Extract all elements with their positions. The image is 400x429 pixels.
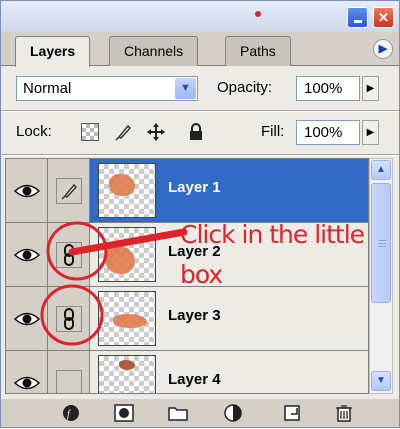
blend-mode-value: Normal — [23, 80, 72, 97]
close-icon: ✕ — [378, 9, 389, 25]
lock-image-pixels-icon[interactable] — [113, 122, 133, 142]
layer-link-cell[interactable] — [48, 287, 90, 350]
lock-label: Lock: — [16, 123, 52, 140]
triangle-right-icon: ▶ — [366, 83, 375, 94]
layer-row[interactable]: Layer 3 — [6, 287, 368, 351]
new-page-icon — [284, 405, 300, 421]
thumbnail-content — [109, 174, 135, 196]
visibility-toggle[interactable] — [6, 287, 48, 350]
chevron-up-icon: ▲ — [376, 164, 386, 175]
layer-thumbnail — [98, 163, 156, 218]
link-box[interactable] — [55, 305, 82, 332]
link-box[interactable] — [55, 369, 82, 393]
delete-layer-button[interactable] — [333, 403, 355, 423]
divider — [1, 110, 399, 112]
brush-icon — [115, 124, 132, 141]
layer-name: Layer 3 — [168, 307, 221, 324]
visibility-toggle[interactable] — [6, 351, 48, 393]
thumbnail-content — [105, 246, 135, 274]
opacity-field[interactable]: 100% — [296, 76, 360, 101]
layer-name: Layer 4 — [168, 371, 221, 388]
mask-icon — [114, 404, 134, 422]
tab-layers[interactable]: Layers — [15, 36, 91, 67]
eye-icon — [13, 248, 40, 261]
chevron-down-icon[interactable]: ▼ — [175, 78, 196, 99]
palette-title-bar[interactable]: ✕ — [1, 1, 399, 32]
eye-icon — [13, 184, 40, 197]
layer-link-cell[interactable] — [48, 351, 90, 393]
layer-thumbnail — [98, 355, 156, 393]
visibility-toggle[interactable] — [6, 223, 48, 286]
annotation-text: Click in the little box — [180, 215, 380, 295]
annotation-line-2: box — [180, 260, 223, 289]
opacity-slider-button[interactable]: ▶ — [362, 76, 379, 101]
fill-slider-button[interactable]: ▶ — [362, 120, 379, 145]
layer-row[interactable]: Layer 1 — [6, 159, 368, 223]
fill-field[interactable]: 100% — [296, 120, 360, 145]
triangle-right-icon: ▶ — [378, 43, 388, 55]
half-circle-icon — [224, 404, 242, 422]
opacity-label: Opacity: — [217, 79, 273, 96]
tab-paths[interactable]: Paths — [225, 36, 291, 66]
layer-thumbnail — [98, 291, 156, 346]
divider — [1, 154, 399, 156]
scroll-up-button[interactable]: ▲ — [371, 160, 391, 180]
new-layer-button[interactable] — [281, 403, 303, 423]
move-cross-icon — [147, 123, 165, 141]
layers-panel: ✕ Layers Channels Paths ▶ Normal ▼ Opaci… — [0, 0, 400, 428]
close-button[interactable]: ✕ — [373, 7, 394, 28]
brush-icon — [60, 183, 77, 200]
chain-link-icon — [63, 307, 74, 330]
layer-link-cell[interactable] — [48, 159, 90, 222]
lock-position-icon[interactable] — [146, 122, 166, 142]
chevron-down-icon: ▼ — [376, 375, 386, 386]
new-group-button[interactable] — [167, 403, 189, 423]
fill-label: Fill: — [261, 123, 285, 140]
fx-icon: f — [63, 405, 79, 421]
thumbnail-content — [113, 314, 147, 328]
bottom-toolbar: f — [1, 399, 399, 427]
eye-icon — [13, 376, 40, 389]
eye-icon — [13, 312, 40, 325]
layer-name-area[interactable]: Layer 1 — [90, 159, 368, 222]
annotation-line-1: Click in the little — [180, 220, 365, 249]
tab-channels[interactable]: Channels — [109, 36, 199, 66]
chain-link-icon — [63, 243, 74, 266]
trash-icon — [336, 405, 352, 422]
minimize-button[interactable] — [347, 7, 368, 28]
thumbnail-content — [119, 360, 135, 370]
layer-row[interactable]: Layer 4 — [6, 351, 368, 393]
link-box[interactable] — [55, 241, 82, 268]
add-mask-button[interactable] — [113, 403, 135, 423]
layer-name-area[interactable]: Layer 3 — [90, 287, 368, 350]
layer-name-area[interactable]: Layer 4 — [90, 351, 368, 393]
tab-strip: Layers Channels Paths ▶ — [1, 32, 399, 67]
layer-name: Layer 1 — [168, 179, 221, 196]
brush-indicator — [55, 177, 82, 204]
lock-all-icon[interactable] — [186, 122, 206, 142]
panel-menu-button[interactable]: ▶ — [373, 39, 393, 59]
red-dot-marker — [255, 11, 261, 17]
layer-style-button[interactable]: f — [61, 403, 83, 423]
visibility-toggle[interactable] — [6, 159, 48, 222]
folder-icon — [168, 407, 188, 421]
triangle-right-icon: ▶ — [366, 127, 375, 138]
lock-transparent-pixels-icon[interactable] — [81, 123, 99, 141]
blend-mode-select[interactable]: Normal ▼ — [16, 76, 198, 101]
adjustment-layer-button[interactable] — [223, 403, 245, 423]
scroll-down-button[interactable]: ▼ — [371, 371, 391, 391]
padlock-icon — [190, 123, 202, 140]
layer-link-cell[interactable] — [48, 223, 90, 286]
layer-thumbnail — [98, 227, 156, 282]
minimize-icon — [353, 19, 362, 23]
